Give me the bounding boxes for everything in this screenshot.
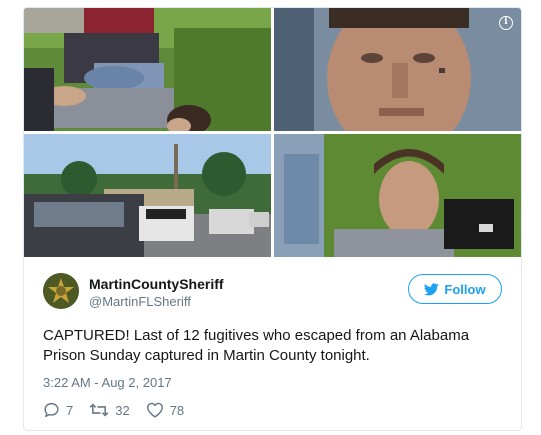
- timestamp[interactable]: 3:22 AM - Aug 2, 2017: [43, 375, 172, 390]
- photo-police-street[interactable]: [24, 134, 271, 257]
- tweet-text: CAPTURED! Last of 12 fugitives who escap…: [43, 327, 470, 364]
- tweet-actions: 7 32 78: [43, 400, 200, 420]
- photo-arrest-grass[interactable]: [24, 8, 271, 131]
- heart-icon: [146, 402, 163, 418]
- retweet-button[interactable]: 32: [89, 402, 130, 418]
- follow-button[interactable]: Follow: [408, 274, 502, 304]
- follow-label: Follow: [444, 281, 486, 297]
- like-count: 78: [169, 402, 185, 418]
- reply-count: 7: [66, 402, 74, 418]
- reply-button[interactable]: 7: [43, 402, 73, 418]
- photo-suspect-grass[interactable]: [274, 134, 521, 257]
- photo-mugshot[interactable]: i: [274, 8, 521, 131]
- media-grid[interactable]: i: [24, 8, 521, 257]
- twitter-bird-icon: [424, 282, 440, 295]
- retweet-count: 32: [115, 402, 130, 418]
- reply-icon: [44, 402, 59, 418]
- avatar[interactable]: [43, 273, 79, 309]
- retweet-icon: [89, 403, 109, 417]
- handle[interactable]: @MartinFLSheriff: [89, 294, 191, 309]
- like-button[interactable]: 78: [146, 402, 184, 418]
- tweet-card: i MartinCountySheriff @MartinFLSheriff F…: [23, 7, 522, 431]
- info-icon[interactable]: i: [499, 16, 513, 30]
- display-name[interactable]: MartinCountySheriff: [89, 276, 224, 292]
